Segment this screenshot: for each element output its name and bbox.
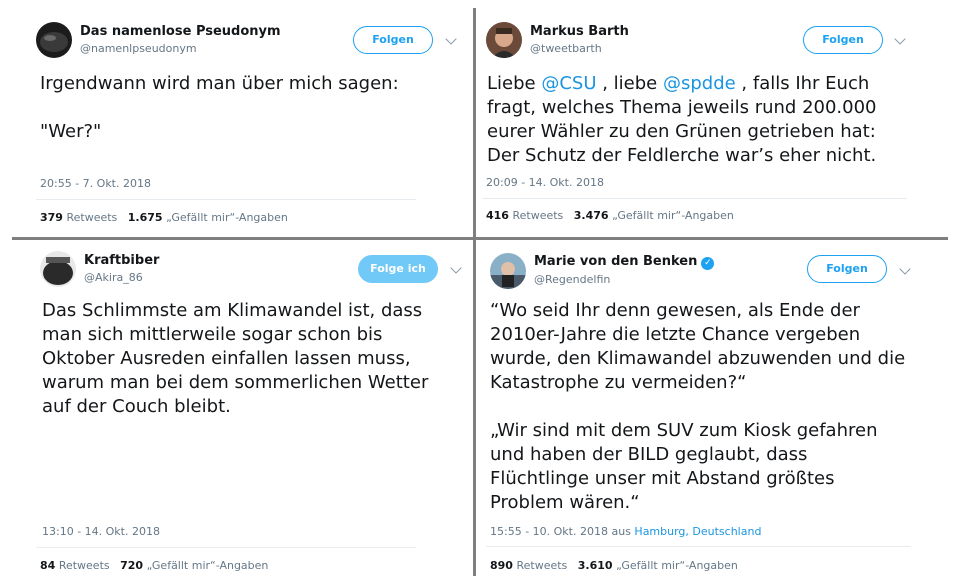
avatar[interactable] — [490, 253, 526, 289]
like-count[interactable]: 3.610 — [578, 559, 613, 572]
retweet-count[interactable]: 379 — [40, 211, 63, 224]
retweet-count[interactable]: 416 — [486, 209, 509, 222]
retweet-count[interactable]: 890 — [490, 559, 513, 572]
location-link[interactable]: Hamburg, Deutschland — [634, 525, 761, 538]
tweet-text: Irgendwann wird man über mich sagen: "We… — [40, 73, 399, 142]
mention-link[interactable]: @spdde — [663, 73, 736, 94]
tweet-timestamp[interactable]: 15:55 - 10. Okt. 2018 aus Hamburg, Deuts… — [490, 525, 761, 538]
avatar[interactable] — [40, 251, 76, 287]
text-segment: Liebe — [487, 73, 542, 94]
tweet-text: Das Schlimmste am Klimawandel ist, dass … — [42, 300, 429, 417]
display-name[interactable]: Das namenlose Pseudonym — [80, 24, 281, 39]
chevron-down-icon[interactable] — [894, 33, 906, 45]
timestamp-text[interactable]: 15:55 - 10. Okt. 2018 aus — [490, 525, 634, 538]
retweet-label[interactable]: Retweets — [516, 559, 567, 572]
tweet-timestamp[interactable]: 20:09 - 14. Okt. 2018 — [486, 176, 604, 189]
user-handle[interactable]: @Regendelfin — [534, 273, 610, 286]
horizontal-divider — [12, 237, 948, 240]
user-handle[interactable]: @Akira_86 — [84, 271, 143, 284]
display-name[interactable]: Markus Barth — [530, 24, 629, 39]
like-label[interactable]: „Gefällt mir“-Angaben — [616, 559, 738, 572]
like-count[interactable]: 1.675 — [128, 211, 163, 224]
like-count[interactable]: 3.476 — [574, 209, 609, 222]
user-handle[interactable]: @namenlpseudonym — [80, 42, 197, 55]
user-handle[interactable]: @tweetbarth — [530, 42, 602, 55]
separator — [486, 546, 911, 547]
following-button[interactable]: Folge ich — [358, 255, 438, 283]
tweet-timestamp[interactable]: 20:55 - 7. Okt. 2018 — [40, 177, 151, 190]
separator — [36, 199, 416, 200]
follow-button[interactable]: Folgen — [807, 255, 887, 283]
follow-button[interactable]: Folgen — [353, 26, 433, 54]
like-label[interactable]: „Gefällt mir“-Angaben — [612, 209, 734, 222]
retweet-label[interactable]: Retweets — [59, 559, 110, 572]
retweet-label[interactable]: Retweets — [512, 209, 563, 222]
display-name[interactable]: Kraftbiber — [84, 253, 159, 268]
vertical-divider — [473, 8, 476, 576]
like-label[interactable]: „Gefällt mir“-Angaben — [147, 559, 269, 572]
chevron-down-icon[interactable] — [899, 263, 911, 275]
like-label[interactable]: „Gefällt mir“-Angaben — [166, 211, 288, 224]
tweet-stats: 84 Retweets 720 „Gefällt mir“-Angaben — [40, 559, 268, 572]
text-segment: , liebe — [596, 73, 663, 94]
follow-button[interactable]: Folgen — [803, 26, 883, 54]
avatar[interactable] — [486, 22, 522, 58]
retweet-label[interactable]: Retweets — [66, 211, 117, 224]
separator — [36, 547, 416, 548]
chevron-down-icon[interactable] — [445, 33, 457, 45]
tweet-stats: 379 Retweets 1.675 „Gefällt mir“-Angaben — [40, 211, 288, 224]
like-count[interactable]: 720 — [120, 559, 143, 572]
separator — [482, 198, 907, 199]
display-name[interactable]: Marie von den Benken ✓ — [534, 254, 715, 270]
avatar[interactable] — [36, 22, 72, 58]
tweet-text: “Wo seid Ihr denn gewesen, als Ende der … — [490, 300, 906, 513]
tweet-stats: 416 Retweets 3.476 „Gefällt mir“-Angaben — [486, 209, 734, 222]
chevron-down-icon[interactable] — [450, 262, 462, 274]
tweet-stats: 890 Retweets 3.610 „Gefällt mir“-Angaben — [490, 559, 738, 572]
verified-badge-icon: ✓ — [701, 257, 715, 270]
retweet-count[interactable]: 84 — [40, 559, 55, 572]
display-name-text[interactable]: Marie von den Benken — [534, 254, 697, 269]
mention-link[interactable]: @CSU — [541, 73, 596, 94]
tweet-text: Liebe @CSU , liebe @spdde , falls Ihr Eu… — [487, 72, 947, 168]
tweet-timestamp[interactable]: 13:10 - 14. Okt. 2018 — [42, 525, 160, 538]
